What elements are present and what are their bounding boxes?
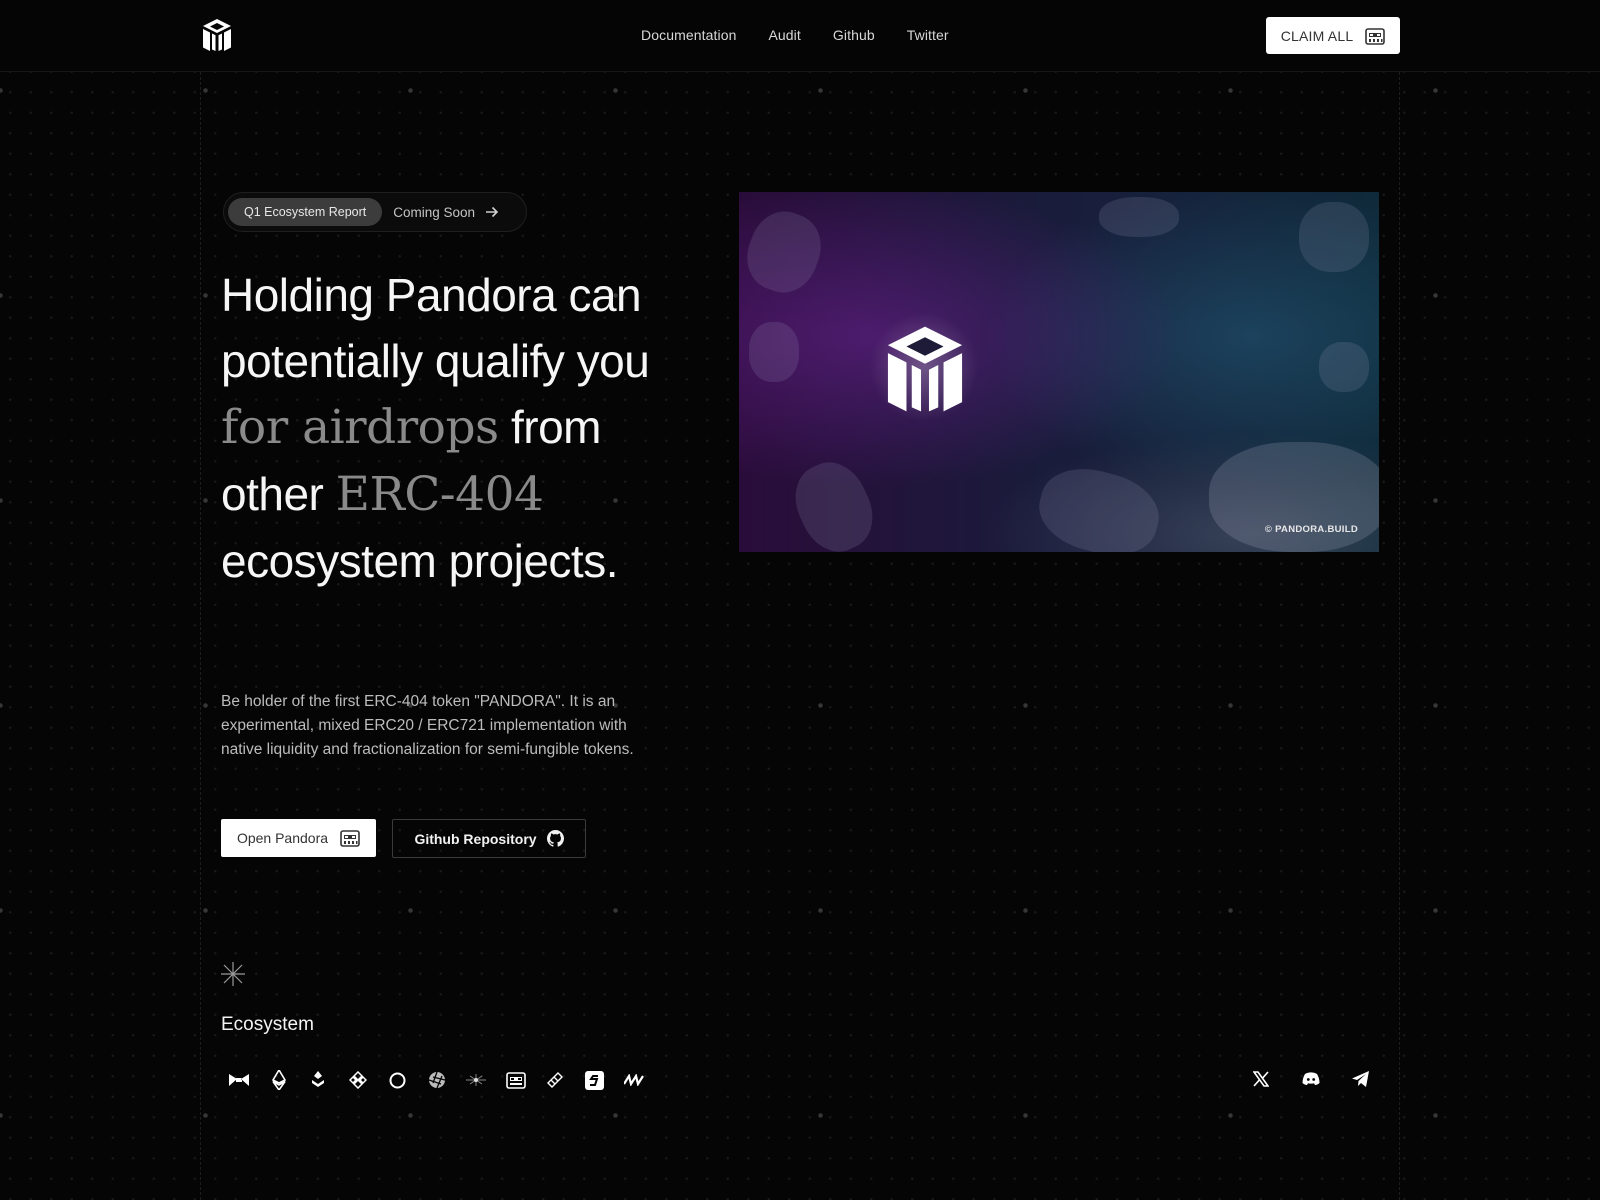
decor-blob <box>1099 197 1179 237</box>
github-repository-button[interactable]: Github Repository <box>392 819 586 858</box>
report-pill: Q1 Ecosystem Report <box>228 198 383 226</box>
image-credit: © PANDORA.BUILD <box>1264 524 1358 535</box>
sparkle-icon[interactable] <box>466 1070 486 1090</box>
heading-highlight-erc404: ERC-404 <box>335 467 544 522</box>
nav-audit[interactable]: Audit <box>768 27 800 43</box>
ecosystem-report-badge[interactable]: Q1 Ecosystem Report Coming Soon <box>223 192 527 232</box>
social-links <box>1252 1070 1370 1088</box>
nav-twitter[interactable]: Twitter <box>907 27 949 43</box>
guide-line-right <box>1399 72 1400 1200</box>
github-repository-label: Github Repository <box>414 830 537 847</box>
pen-stack-icon[interactable] <box>545 1070 565 1090</box>
decor-blob <box>1319 342 1369 392</box>
ecosystem-title: Ecosystem <box>221 1014 314 1035</box>
bow-icon[interactable] <box>229 1070 249 1090</box>
pandora-cube-icon <box>887 326 963 412</box>
heading-part-1: Holding Pandora can potentially qualify … <box>221 269 650 387</box>
telegram-icon[interactable] <box>1352 1070 1370 1088</box>
claim-all-button[interactable]: CLAIM ALL <box>1266 17 1400 54</box>
robot-icon <box>340 830 360 847</box>
circle-icon[interactable] <box>387 1070 407 1090</box>
decor-blob <box>783 451 885 552</box>
coming-soon-link[interactable]: Coming Soon <box>393 205 499 220</box>
layered-chain-icon[interactable] <box>308 1070 328 1090</box>
ecosystem-icons <box>229 1070 644 1090</box>
ethereum-icon[interactable] <box>269 1070 289 1090</box>
decor-blob <box>1030 457 1168 552</box>
aperture-icon[interactable] <box>427 1070 447 1090</box>
nav-github[interactable]: Github <box>833 27 875 43</box>
decor-blob <box>739 202 831 302</box>
claim-all-label: CLAIM ALL <box>1280 27 1354 44</box>
pandora-logo[interactable] <box>201 18 233 52</box>
nav-documentation[interactable]: Documentation <box>641 27 736 43</box>
heading-part-3: ecosystem projects. <box>221 535 618 587</box>
wave-icon[interactable] <box>624 1070 644 1090</box>
decor-blob <box>1299 202 1369 272</box>
hero-heading: Holding Pandora can potentially qualify … <box>221 262 691 594</box>
heading-highlight-airdrops: for airdrops <box>221 400 499 455</box>
x-icon[interactable] <box>1252 1070 1270 1088</box>
robot-icon[interactable] <box>505 1070 526 1090</box>
binance-icon[interactable] <box>348 1070 368 1090</box>
discord-icon[interactable] <box>1302 1070 1320 1088</box>
github-icon <box>546 830 564 847</box>
arrow-right-icon <box>486 206 499 218</box>
robot-icon <box>1365 27 1386 45</box>
open-pandora-label: Open Pandora <box>236 830 329 846</box>
coming-soon-label: Coming Soon <box>393 204 476 220</box>
asterisk-icon <box>221 962 245 986</box>
main-nav: Documentation Audit Github Twitter <box>641 27 949 43</box>
guide-line-left <box>200 72 201 1200</box>
open-pandora-button[interactable]: Open Pandora <box>221 819 376 857</box>
site-header: Documentation Audit Github Twitter CLAIM… <box>0 0 1600 72</box>
hero-description: Be holder of the first ERC-404 token "PA… <box>221 693 634 758</box>
hero-image: © PANDORA.BUILD <box>739 192 1379 552</box>
s-badge-icon[interactable] <box>585 1070 605 1090</box>
decor-blob <box>749 322 799 382</box>
decor-blob <box>1209 442 1379 552</box>
